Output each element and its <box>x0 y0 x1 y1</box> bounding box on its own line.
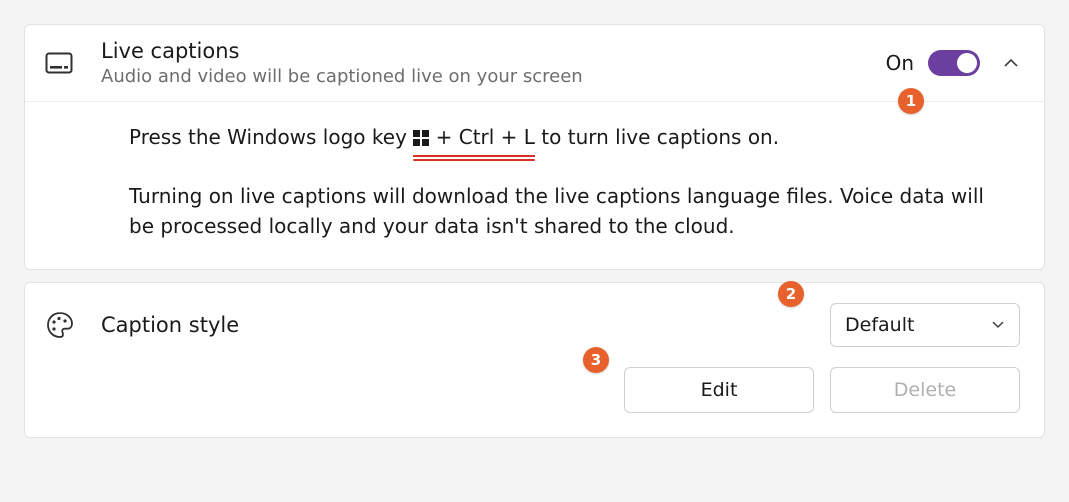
shortcut-line: Press the Windows logo key + Ctrl + L to… <box>129 122 1004 157</box>
live-captions-description: Turning on live captions will download t… <box>129 181 1004 241</box>
live-captions-card: Live captions Audio and video will be ca… <box>24 24 1045 270</box>
shortcut-keys: + Ctrl + L <box>413 122 535 157</box>
captions-icon <box>45 52 73 74</box>
live-captions-header: Live captions Audio and video will be ca… <box>25 25 1044 102</box>
caption-style-card: Caption style 2 Default 3 Edit Delete <box>24 282 1045 438</box>
shortcut-prefix: Press the Windows logo key <box>129 125 413 149</box>
shortcut-suffix: to turn live captions on. <box>535 125 779 149</box>
toggle-knob <box>957 53 977 73</box>
caption-style-select[interactable]: Default <box>830 303 1020 347</box>
palette-icon <box>45 310 75 340</box>
windows-logo-icon <box>413 124 429 154</box>
delete-button: Delete <box>830 367 1020 413</box>
edit-button[interactable]: Edit <box>624 367 814 413</box>
caption-style-selected: Default <box>845 314 914 336</box>
caption-style-buttons: 3 Edit Delete <box>25 355 1044 437</box>
annotation-marker-2: 2 <box>778 281 804 307</box>
caption-style-label: Caption style <box>101 313 830 337</box>
chevron-down-icon <box>991 314 1005 336</box>
live-captions-title: Live captions <box>101 39 886 64</box>
live-captions-subtitle: Audio and video will be captioned live o… <box>101 66 886 87</box>
shortcut-text: + Ctrl + L <box>429 125 535 149</box>
chevron-up-icon[interactable] <box>1002 54 1020 72</box>
caption-style-row: Caption style 2 Default <box>25 283 1044 355</box>
toggle-state-label: On <box>886 51 914 75</box>
live-captions-body: 1 Press the Windows logo key + Ctrl + L … <box>25 102 1044 269</box>
live-captions-toggle[interactable] <box>928 50 980 76</box>
annotation-marker-1: 1 <box>898 88 924 114</box>
annotation-marker-3: 3 <box>583 347 609 373</box>
live-captions-title-block: Live captions Audio and video will be ca… <box>101 39 886 87</box>
